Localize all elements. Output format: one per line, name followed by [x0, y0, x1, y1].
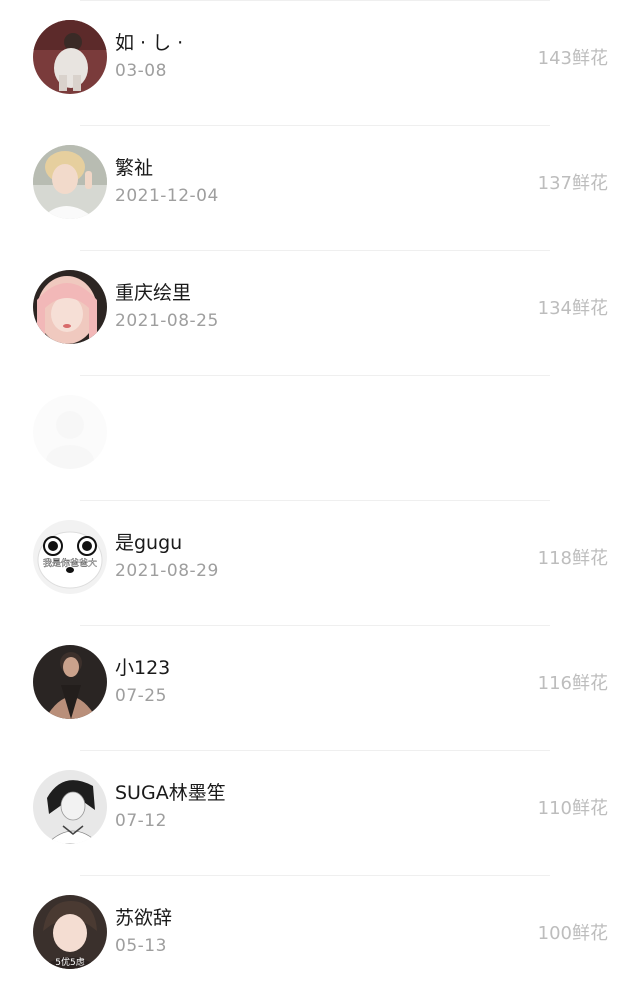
date-label: 07-25	[115, 686, 167, 706]
user-name: 繁祉	[115, 157, 154, 179]
flower-count: 100鲜花	[537, 923, 608, 944]
user-name: 重庆绘里	[115, 282, 192, 304]
list-item[interactable]: 如 · し · 03-08 143鲜花	[0, 0, 640, 124]
avatar[interactable]	[33, 20, 107, 94]
divider	[80, 0, 550, 1]
avatar[interactable]	[33, 270, 107, 344]
avatar[interactable]: 5优5虑	[33, 895, 107, 969]
date-label: 03-08	[115, 61, 167, 81]
user-name: 小123	[115, 657, 171, 679]
divider	[80, 500, 550, 501]
list-item[interactable]: 我是你爸爸大 是gugu 2021-08-29 118鲜花	[0, 500, 640, 624]
flower-count: 118鲜花	[537, 548, 608, 569]
list-item[interactable]	[0, 375, 640, 499]
divider	[80, 125, 550, 126]
list-item[interactable]: SUGA林墨笙 07-12 110鲜花	[0, 750, 640, 874]
divider	[80, 625, 550, 626]
user-name: SUGA林墨笙	[115, 782, 226, 804]
divider	[80, 875, 550, 876]
divider	[80, 375, 550, 376]
avatar[interactable]	[33, 770, 107, 844]
list-item[interactable]: 小123 07-25 116鲜花	[0, 625, 640, 749]
avatar[interactable]	[33, 145, 107, 219]
list-item[interactable]: 繁祉 2021-12-04 137鲜花	[0, 125, 640, 249]
date-label: 07-12	[115, 811, 167, 831]
list-item[interactable]: 重庆绘里 2021-08-25 134鲜花	[0, 250, 640, 374]
flower-ranking-list: 如 · し · 03-08 143鲜花 繁祉 2021-12-04 137鲜花	[0, 0, 640, 992]
flower-count: 116鲜花	[537, 673, 608, 694]
avatar-caption: 5优5虑	[55, 956, 84, 968]
user-name: 苏欲辞	[115, 907, 173, 929]
avatar[interactable]	[33, 645, 107, 719]
date-label: 2021-08-29	[115, 561, 219, 581]
avatar[interactable]	[33, 395, 107, 469]
flower-count: 137鲜花	[537, 173, 608, 194]
date-label: 2021-08-25	[115, 311, 219, 331]
flower-count: 134鲜花	[537, 298, 608, 319]
flower-count: 143鲜花	[537, 48, 608, 69]
avatar[interactable]: 我是你爸爸大	[33, 520, 107, 594]
divider	[80, 250, 550, 251]
user-name: 如 · し ·	[115, 32, 184, 54]
flower-count: 110鲜花	[537, 798, 608, 819]
list-item[interactable]: 5优5虑 苏欲辞 05-13 100鲜花	[0, 875, 640, 999]
divider	[80, 750, 550, 751]
user-name: 是gugu	[115, 532, 183, 554]
avatar-caption: 我是你爸爸大	[43, 557, 97, 569]
date-label: 05-13	[115, 936, 167, 956]
date-label: 2021-12-04	[115, 186, 219, 206]
